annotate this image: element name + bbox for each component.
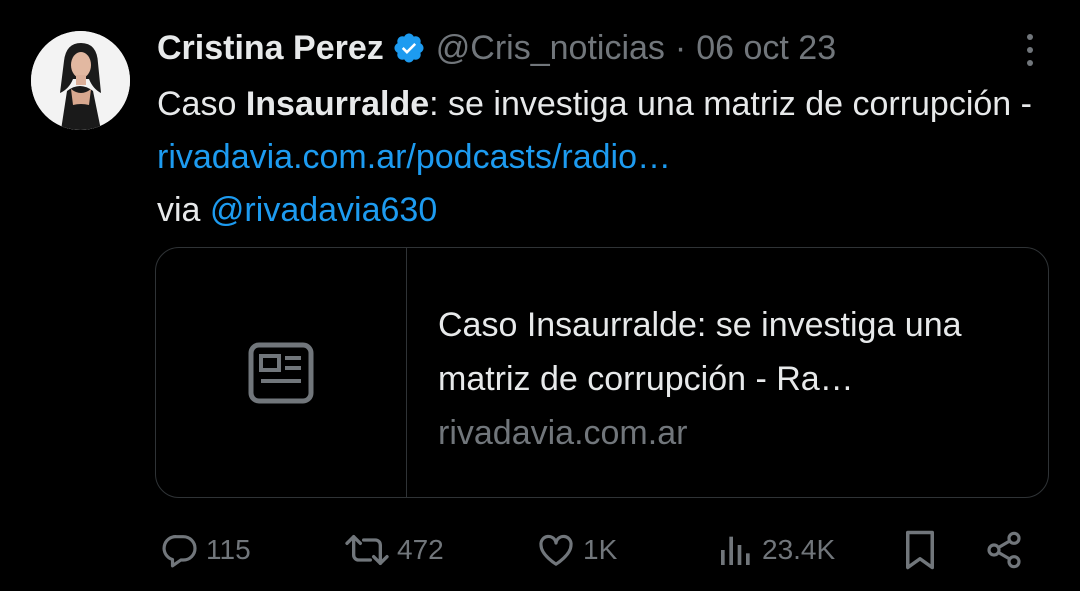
tweet-link[interactable]: rivadavia.com.ar/podcasts/radio… (157, 138, 671, 176)
retweet-count: 472 (397, 534, 444, 565)
tweet-date[interactable]: 06 oct 23 (696, 29, 836, 68)
tweet-text-prefix: Caso (157, 85, 246, 123)
card-content: Caso Insaurralde: se investiga una matri… (438, 298, 1028, 460)
more-options-icon[interactable] (1016, 30, 1044, 70)
like-button[interactable]: 1K (535, 525, 617, 575)
mention-link[interactable]: @rivadavia630 (210, 191, 437, 229)
author-handle[interactable]: @Cris_noticias (436, 29, 665, 68)
heart-icon (539, 534, 573, 566)
retweet-button[interactable]: 472 (343, 525, 444, 575)
avatar-photo (31, 31, 130, 130)
article-icon (248, 342, 314, 403)
separator-dot: · (674, 28, 687, 67)
tweet-text-via: via (157, 191, 210, 229)
views-count: 23.4K (762, 534, 836, 565)
author-name[interactable]: Cristina Perez (157, 29, 384, 68)
retweet-icon (345, 535, 389, 565)
tweet-text-bold: Insaurralde (245, 85, 430, 123)
views-button[interactable]: 23.4K (716, 525, 835, 575)
reply-count: 115 (206, 534, 251, 565)
bookmark-icon (906, 530, 934, 570)
bookmark-button[interactable] (902, 525, 938, 575)
share-icon (987, 531, 1021, 569)
card-thumbnail (156, 248, 407, 497)
avatar[interactable] (31, 31, 130, 130)
tweet-text: Caso Insaurralde: se investiga una matri… (157, 78, 1037, 237)
reply-icon (162, 535, 197, 568)
reply-button[interactable]: 115 (160, 525, 251, 575)
verified-badge-icon (394, 33, 424, 63)
card-domain: rivadavia.com.ar (438, 414, 688, 452)
link-preview-card[interactable]: Caso Insaurralde: se investiga una matri… (155, 247, 1049, 498)
card-title: Caso Insaurralde: se investiga una matri… (438, 306, 962, 398)
views-icon (721, 536, 750, 565)
share-button[interactable] (984, 525, 1024, 575)
tweet-text-middle: : se investiga una matriz de corrupción … (429, 85, 1032, 123)
tweet-header: Cristina Perez @Cris_noticias · 06 oct 2… (157, 26, 836, 70)
action-bar: 115 472 1K 23.4K (0, 525, 1080, 575)
like-count: 1K (583, 534, 618, 565)
